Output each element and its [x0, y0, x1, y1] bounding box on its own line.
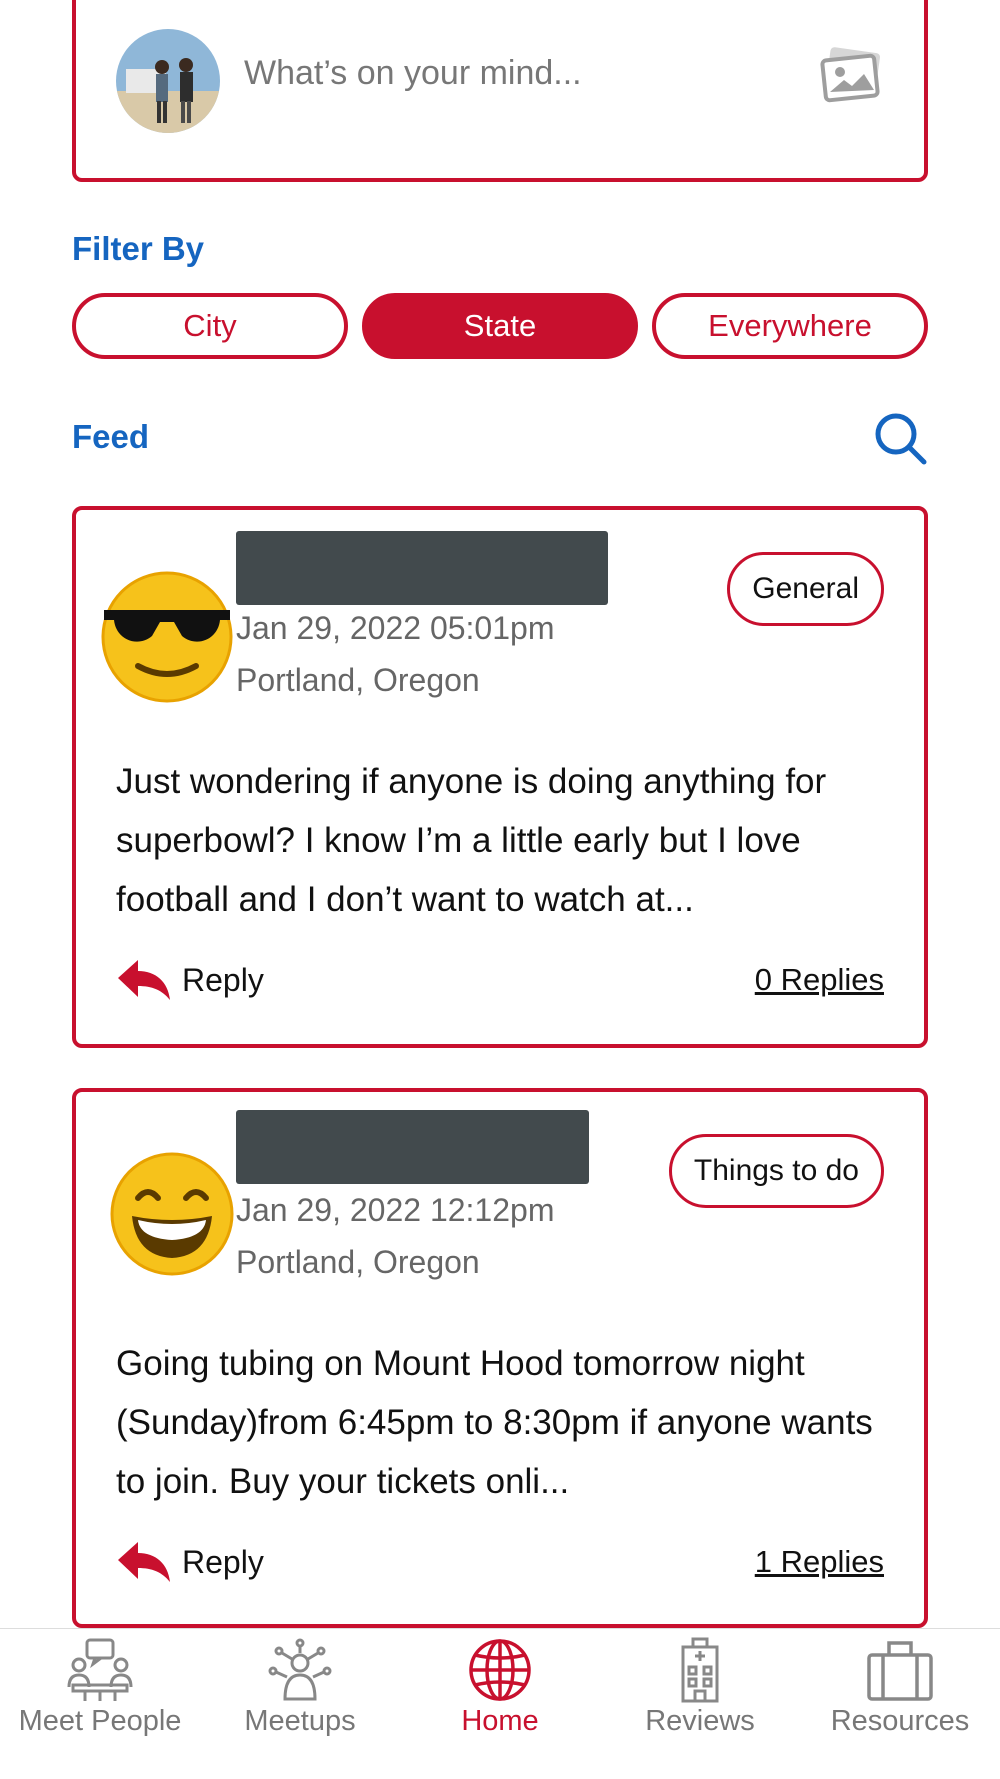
- nav-home[interactable]: Home: [400, 1629, 600, 1779]
- reply-arrow-icon: [118, 960, 170, 1000]
- post-category-tag[interactable]: Things to do: [668, 1134, 884, 1208]
- post-body[interactable]: Just wondering if anyone is doing anythi…: [116, 752, 896, 929]
- feed-post[interactable]: Jan 29, 2022 12:12pm Portland, Oregon Th…: [72, 1088, 928, 1628]
- nav-label: Resources: [830, 1705, 970, 1737]
- filter-title: Filter By: [72, 230, 205, 267]
- filter-city-button[interactable]: City: [72, 293, 348, 359]
- nav-meet-people[interactable]: Meet People: [0, 1629, 200, 1779]
- post-composer[interactable]: What’s on your mind...: [72, 0, 928, 182]
- meet-people-icon: [67, 1638, 133, 1701]
- nav-label: Reviews: [645, 1705, 755, 1737]
- post-location: Portland, Oregon: [236, 1244, 480, 1280]
- author-name-redacted: [236, 531, 608, 605]
- replies-count-link[interactable]: 1 Replies: [755, 1544, 884, 1580]
- filter-state-button[interactable]: State: [362, 293, 638, 359]
- reply-button[interactable]: Reply: [116, 1540, 264, 1584]
- reply-label: Reply: [182, 961, 264, 998]
- briefcase-icon: [867, 1641, 933, 1701]
- nav-reviews[interactable]: Reviews: [600, 1629, 800, 1779]
- post-location: Portland, Oregon: [236, 662, 480, 698]
- replies-count-link[interactable]: 0 Replies: [755, 962, 884, 998]
- meetups-icon: [268, 1638, 332, 1701]
- bottom-navigation: Meet People Meetups Home Reviews Resourc…: [0, 1628, 1000, 1779]
- feed-title: Feed: [72, 418, 150, 455]
- nav-label: Home: [461, 1705, 539, 1737]
- post-date: Jan 29, 2022 12:12pm: [236, 1192, 555, 1228]
- image-upload-icon[interactable]: [820, 46, 884, 109]
- author-name-redacted: [236, 1110, 589, 1184]
- reply-label: Reply: [182, 1543, 264, 1580]
- composer-placeholder[interactable]: What’s on your mind...: [244, 54, 582, 93]
- feed-post[interactable]: Jan 29, 2022 05:01pm Portland, Oregon Ge…: [72, 506, 928, 1048]
- building-icon: [681, 1637, 719, 1703]
- post-body[interactable]: Going tubing on Mount Hood tomorrow nigh…: [116, 1334, 896, 1511]
- user-avatar: [116, 29, 220, 133]
- post-category-tag[interactable]: General: [727, 552, 884, 626]
- globe-icon: [469, 1639, 531, 1701]
- filter-everywhere-button[interactable]: Everywhere: [652, 293, 928, 359]
- reply-arrow-icon: [118, 1542, 170, 1582]
- nav-label: Meet People: [18, 1705, 182, 1737]
- nav-resources[interactable]: Resources: [800, 1629, 1000, 1779]
- reply-button[interactable]: Reply: [116, 958, 264, 1002]
- search-icon[interactable]: [873, 411, 929, 472]
- nav-label: Meetups: [244, 1705, 356, 1737]
- nav-meetups[interactable]: Meetups: [200, 1629, 400, 1779]
- grinning-emoji-icon: [110, 1152, 234, 1276]
- sunglasses-emoji-icon: [100, 570, 234, 704]
- post-date: Jan 29, 2022 05:01pm: [236, 610, 555, 646]
